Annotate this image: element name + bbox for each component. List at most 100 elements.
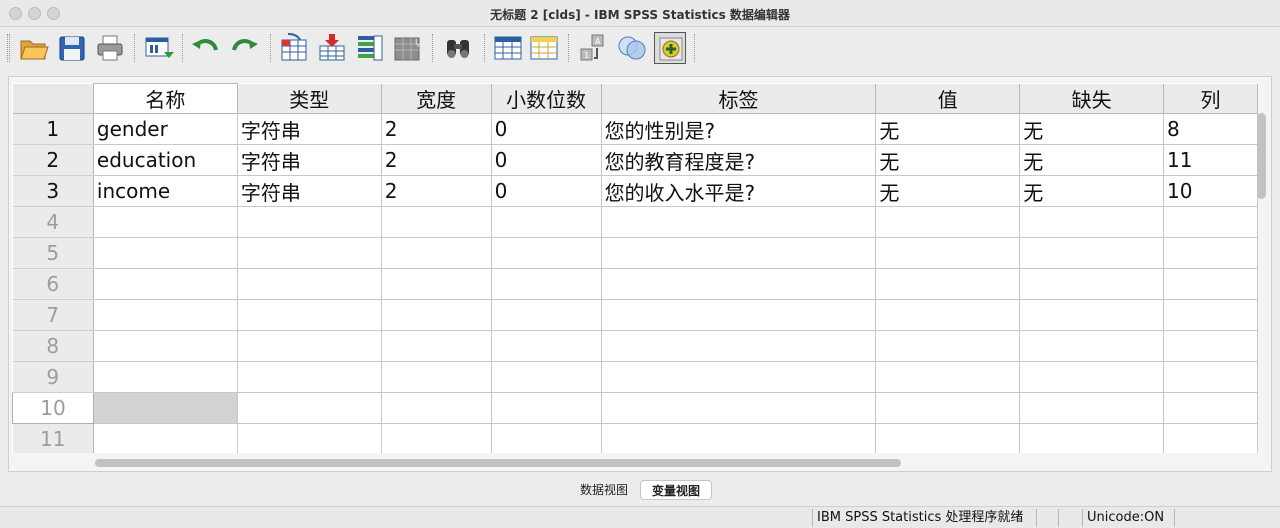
insert-cases-icon[interactable] [492, 32, 524, 64]
column-header[interactable]: 标签 [601, 83, 877, 114]
table-row[interactable]: 11 [12, 423, 1258, 453]
grid-cell[interactable] [491, 361, 602, 393]
undo-icon[interactable] [190, 32, 222, 64]
grid-cell[interactable] [93, 299, 238, 331]
table-row[interactable]: 2 education 字符串 2 0 您的教育程度是? 无无 11 [12, 144, 1258, 176]
grid-cell[interactable] [1163, 237, 1258, 269]
grid-cell[interactable] [237, 237, 382, 269]
grid-cell[interactable] [875, 361, 1021, 393]
grid-cell[interactable]: 无 [1019, 144, 1165, 176]
grid-cell[interactable] [601, 299, 877, 331]
grid-cell[interactable] [1019, 237, 1165, 269]
grid-cell[interactable] [237, 330, 382, 362]
row-number[interactable]: 11 [12, 423, 94, 453]
table-row[interactable]: 4 [12, 206, 1258, 238]
insert-variable-icon[interactable] [528, 32, 560, 64]
save-icon[interactable] [56, 32, 88, 64]
column-header[interactable]: 小数位数 [491, 83, 602, 114]
grid-cell[interactable] [1163, 330, 1258, 362]
grid-cell[interactable] [1019, 268, 1165, 300]
grid-cell[interactable]: 无 [1019, 113, 1165, 145]
row-number[interactable]: 7 [12, 299, 94, 331]
grid-cell[interactable] [491, 237, 602, 269]
grid-cell[interactable] [601, 361, 877, 393]
grid-cell[interactable]: 10 [1163, 175, 1258, 207]
corner-cell[interactable] [12, 83, 94, 114]
grid-cell[interactable] [1163, 268, 1258, 300]
grid-cell[interactable] [491, 299, 602, 331]
grid-cell[interactable]: gender [93, 113, 238, 145]
grid-cell[interactable] [1163, 361, 1258, 393]
grid-cell[interactable] [1163, 392, 1258, 424]
grid-cell[interactable] [237, 392, 382, 424]
grid-cell[interactable] [1019, 206, 1165, 238]
grid-cell[interactable] [491, 392, 602, 424]
grid-cell[interactable] [491, 206, 602, 238]
column-header[interactable]: 缺失 [1019, 83, 1165, 114]
goto-case-icon[interactable] [278, 32, 310, 64]
toolbar-grip[interactable] [7, 34, 10, 62]
grid-cell[interactable]: 字符串 [237, 144, 382, 176]
grid-cell[interactable]: 无 [875, 144, 1021, 176]
grid-cell[interactable] [381, 299, 492, 331]
value-labels-icon[interactable] [654, 32, 686, 64]
grid-cell[interactable]: 您的教育程度是? [601, 144, 877, 176]
grid-cell[interactable] [237, 206, 382, 238]
table-row[interactable]: 6 [12, 268, 1258, 300]
find-icon[interactable] [442, 32, 474, 64]
grid-cell[interactable]: 0 [491, 144, 602, 176]
grid-cell[interactable] [875, 237, 1021, 269]
grid-cell[interactable]: 2 [381, 144, 492, 176]
grid-cell[interactable] [93, 330, 238, 362]
column-header[interactable]: 名称 [92, 83, 238, 114]
grid-cell[interactable] [381, 330, 492, 362]
grid-cell[interactable] [1019, 299, 1165, 331]
tab-data-view[interactable]: 数据视图 [568, 480, 640, 500]
grid-cell[interactable]: 您的收入水平是? [601, 175, 877, 207]
grid-cell[interactable] [381, 361, 492, 393]
grid-cell[interactable] [601, 237, 877, 269]
grid-cell[interactable]: income [93, 175, 238, 207]
grid-cell[interactable]: 0 [491, 113, 602, 145]
grid-cell[interactable]: 无 [875, 113, 1021, 145]
grid-cell[interactable]: 2 [381, 113, 492, 145]
grid-cell[interactable] [875, 330, 1021, 362]
grid-cell[interactable]: 2 [381, 175, 492, 207]
open-icon[interactable] [18, 32, 50, 64]
row-number[interactable]: 3 [12, 175, 94, 207]
grid-cell[interactable]: 无 [1019, 175, 1165, 207]
grid-cell[interactable] [601, 423, 877, 453]
grid-cell[interactable] [237, 361, 382, 393]
table-row[interactable]: 1 gender 字符串 2 0 您的性别是? 无无 8 [12, 113, 1258, 145]
vertical-scrollbar[interactable] [1257, 113, 1266, 199]
grid-cell[interactable] [875, 423, 1021, 453]
grid-cell[interactable] [237, 299, 382, 331]
grid-cell[interactable] [93, 268, 238, 300]
grid-cell[interactable]: 11 [1163, 144, 1258, 176]
grid-cell[interactable] [237, 423, 382, 453]
tab-variable-view[interactable]: 变量视图 [640, 480, 712, 500]
grid-cell[interactable] [1163, 299, 1258, 331]
table-row[interactable]: 7 [12, 299, 1258, 331]
split-file-icon[interactable]: A1 [578, 32, 610, 64]
grid-cell[interactable] [93, 237, 238, 269]
grid-cell[interactable] [381, 268, 492, 300]
select-cases-icon[interactable] [616, 32, 648, 64]
grid-cell[interactable] [381, 423, 492, 453]
grid-cell[interactable] [93, 392, 238, 424]
grid-cell[interactable] [237, 268, 382, 300]
grid-cell[interactable] [875, 392, 1021, 424]
variable-grid[interactable]: 名称 类型 宽度 小数位数 标签 值 缺失 列 1 gender 字符串 2 0 您的性别… [12, 83, 1258, 453]
column-header[interactable]: 列 [1163, 83, 1258, 114]
grid-cell[interactable] [601, 268, 877, 300]
grid-cell[interactable]: 0 [491, 175, 602, 207]
table-row[interactable]: 9 [12, 361, 1258, 393]
grid-cell[interactable] [93, 206, 238, 238]
print-icon[interactable] [94, 32, 126, 64]
grid-cell[interactable] [601, 330, 877, 362]
grid-cell[interactable]: 您的性别是? [601, 113, 877, 145]
grid-cell[interactable] [93, 361, 238, 393]
grid-cell[interactable] [1163, 206, 1258, 238]
run-descriptives-icon[interactable]: Ų [392, 32, 424, 64]
grid-cell[interactable] [601, 392, 877, 424]
